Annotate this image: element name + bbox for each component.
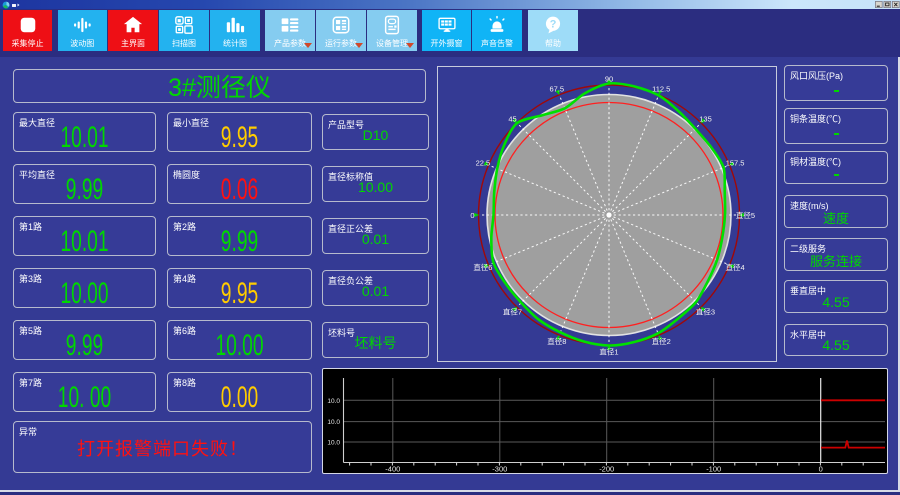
svg-text:45: 45 (508, 114, 516, 123)
svg-text:10.0: 10.0 (327, 440, 340, 447)
svg-text:-400: -400 (385, 465, 400, 473)
svg-text:0: 0 (819, 465, 823, 473)
svg-text:直径6: 直径6 (473, 262, 492, 272)
svg-text:直径7: 直径7 (503, 306, 522, 316)
svg-text:?: ? (550, 19, 557, 31)
svg-text:90: 90 (605, 74, 613, 83)
svg-text:直径5: 直径5 (736, 210, 755, 220)
svg-text:157.5: 157.5 (726, 159, 745, 168)
svg-text:直径3: 直径3 (696, 306, 715, 316)
svg-text:-300: -300 (492, 465, 507, 473)
svg-text:135: 135 (699, 114, 712, 123)
svg-text:22.5: 22.5 (476, 159, 491, 168)
svg-text:直径4: 直径4 (726, 262, 745, 272)
svg-text:-200: -200 (599, 465, 614, 473)
svg-text:直径8: 直径8 (547, 336, 566, 346)
svg-text:直径2: 直径2 (652, 336, 671, 346)
svg-text:直径1: 直径1 (599, 346, 618, 356)
svg-text:10.0: 10.0 (327, 419, 340, 426)
svg-text:0: 0 (470, 211, 474, 220)
svg-text:112.5: 112.5 (652, 85, 670, 94)
svg-text:10.0: 10.0 (327, 398, 340, 405)
svg-text:67.5: 67.5 (549, 85, 564, 94)
svg-text:-100: -100 (706, 465, 721, 473)
